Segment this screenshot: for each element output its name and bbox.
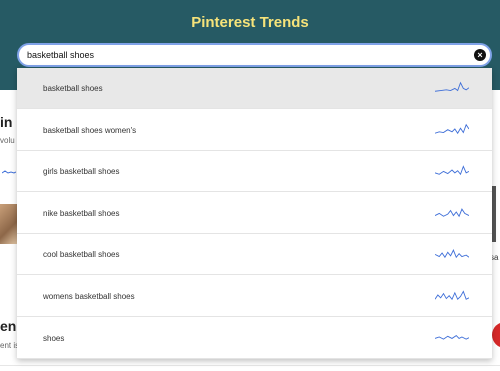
suggestion-label: nike basketball shoes [43,208,120,218]
suggestion-item[interactable]: cool basketball shoes [17,234,492,276]
background-sparkline [2,170,16,174]
background-heading: in [0,114,13,130]
trend-sparkline-icon [435,165,469,176]
suggestion-item[interactable]: shoes [17,318,492,359]
trend-sparkline-icon [435,334,469,340]
suggestion-item[interactable]: basketball shoes [17,68,492,109]
suggestion-item[interactable]: basketball shoes women's [17,110,492,151]
suggestions-dropdown: basketball shoes basketball shoes women's… [17,68,492,359]
search-box[interactable]: × [17,43,492,67]
trend-sparkline-icon [435,207,469,218]
suggestion-label: basketball shoes [43,84,103,93]
suggestion-label: shoes [43,333,65,343]
divider [0,365,500,366]
background-scroll-edge [492,186,496,242]
background-subtext: volu [0,136,15,145]
page-title: Pinterest Trends [191,14,309,31]
floating-action-button[interactable] [492,322,500,348]
trend-sparkline-icon [435,249,469,259]
suggestion-item[interactable]: womens basketball shoes [17,276,492,317]
trend-sparkline-icon [435,81,469,92]
suggestion-label: girls basketball shoes [43,167,120,177]
trend-sparkline-icon [435,290,469,301]
suggestion-label: basketball shoes women's [43,125,137,135]
background-image [0,204,17,244]
suggestion-label: womens basketball shoes [43,292,135,301]
suggestion-item[interactable]: girls basketball shoes [17,151,492,193]
search-input[interactable] [27,47,467,63]
trend-sparkline-icon [435,123,469,134]
suggestion-item[interactable]: nike basketball shoes [17,193,492,234]
close-circle-icon[interactable]: × [474,49,486,61]
suggestion-label: cool basketball shoes [43,250,120,260]
